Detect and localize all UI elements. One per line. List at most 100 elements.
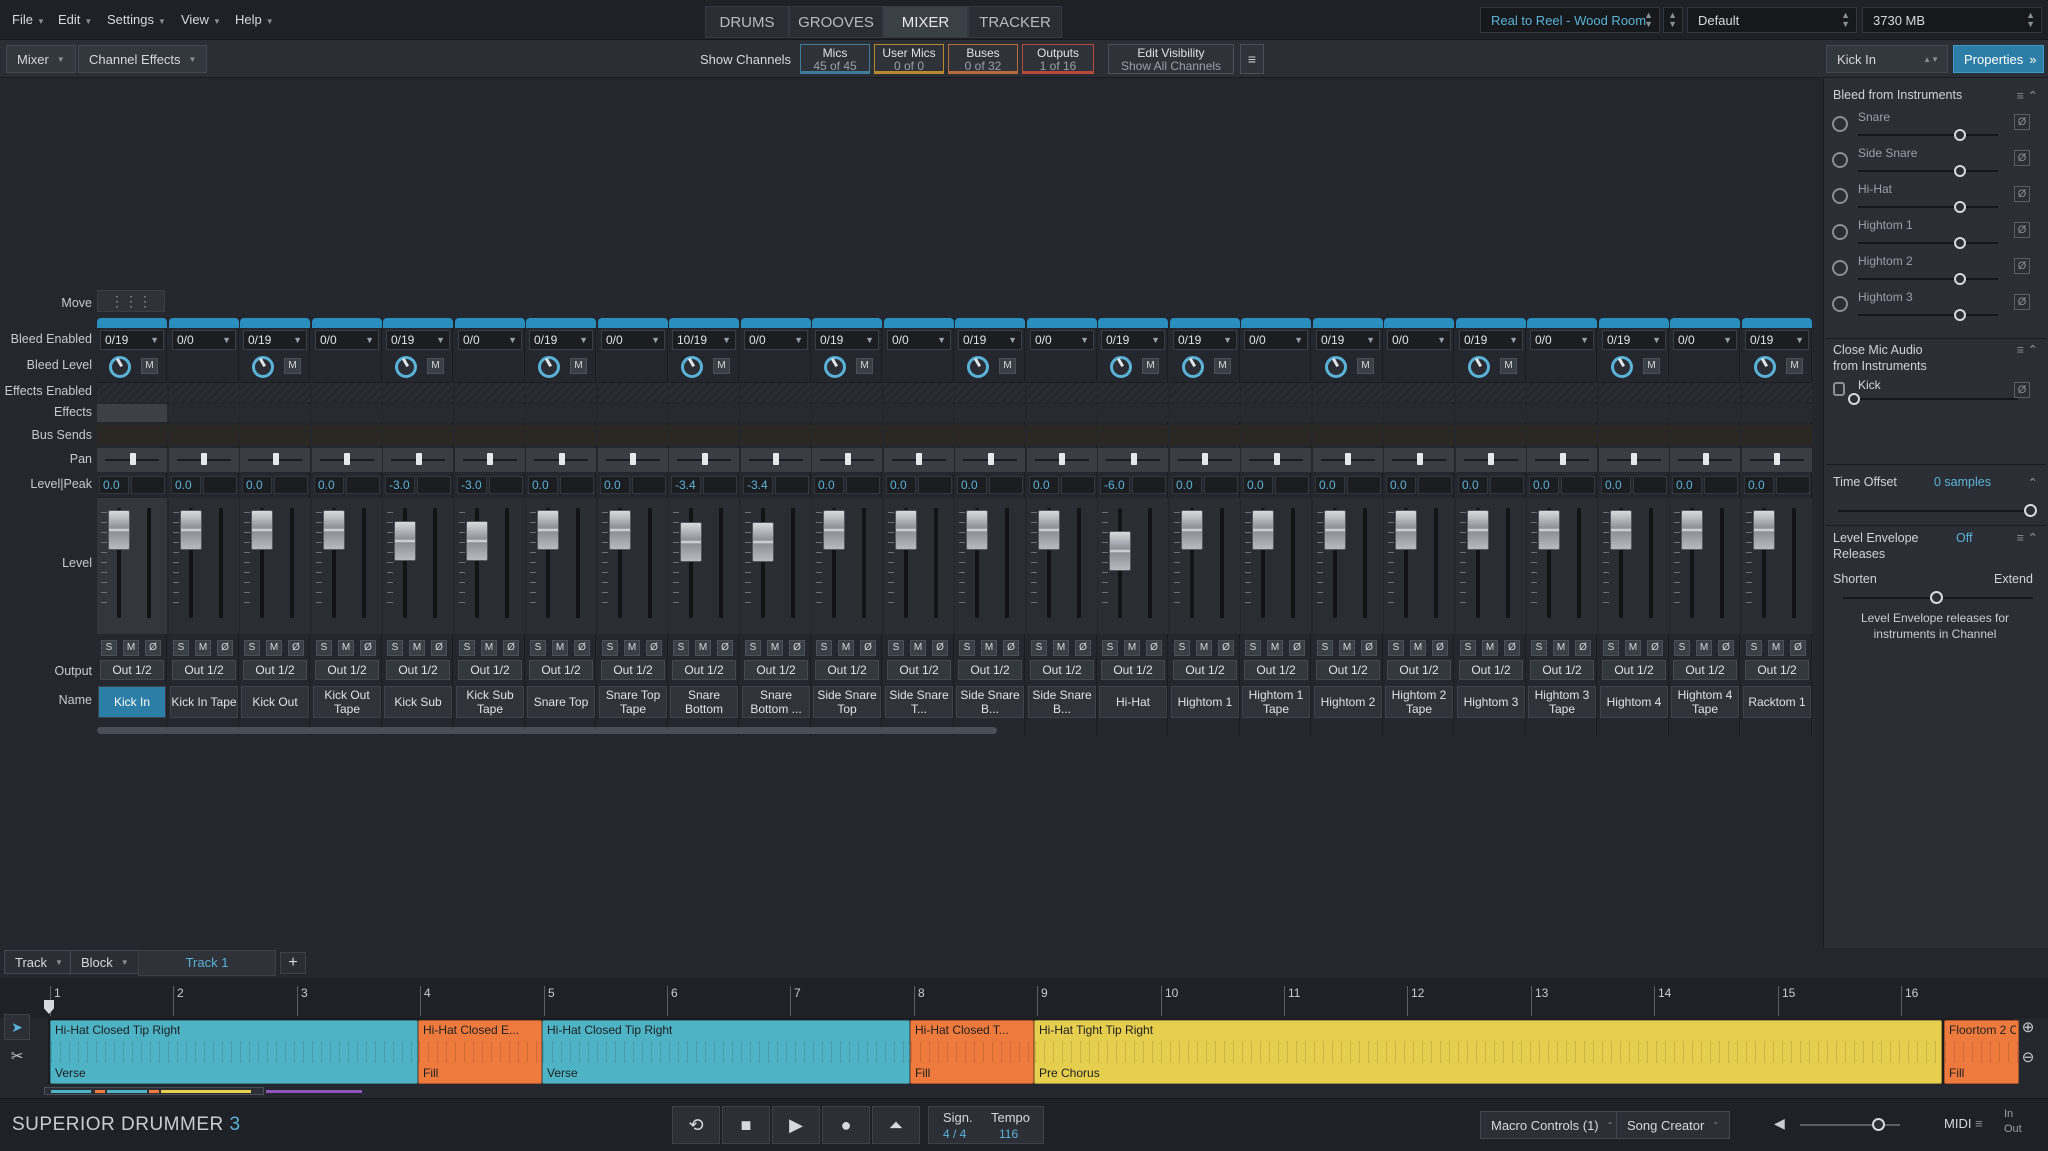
phase-icon[interactable]: Ø <box>503 640 519 656</box>
phase-icon[interactable]: Ø <box>2014 186 2030 202</box>
pan-handle[interactable] <box>416 453 422 465</box>
level-readout[interactable]: 0.0 <box>1672 476 1702 494</box>
bus-sends-slot[interactable] <box>169 425 239 445</box>
pan-handle[interactable] <box>1774 453 1780 465</box>
pan-control[interactable] <box>1098 448 1168 472</box>
solo-button[interactable]: S <box>1388 640 1404 656</box>
bleed-mute-button[interactable]: M <box>1214 358 1231 374</box>
bus-sends-slot[interactable] <box>1456 425 1526 445</box>
pan-control[interactable] <box>383 448 453 472</box>
bleed-item-row[interactable]: Hightom 2 Ø <box>1826 252 2046 286</box>
bleed-item-slider[interactable] <box>1954 237 1966 249</box>
level-readout[interactable]: 0.0 <box>600 476 630 494</box>
level-fader[interactable] <box>251 510 273 550</box>
effects-slot[interactable] <box>1098 404 1168 422</box>
pattern-block[interactable]: Hi-Hat Closed Tip Right Verse <box>542 1020 910 1084</box>
channel-effects-select[interactable]: Channel Effects ▼ <box>78 45 208 73</box>
channel-name[interactable]: Kick Sub <box>384 686 452 718</box>
pan-handle[interactable] <box>1202 453 1208 465</box>
bus-sends-slot[interactable] <box>97 425 167 445</box>
bleed-enabled-select[interactable]: 0/19 ▼ <box>1316 330 1380 350</box>
phase-icon[interactable]: Ø <box>789 640 805 656</box>
level-readout[interactable]: 0.0 <box>1386 476 1416 494</box>
effects-enabled-slot[interactable] <box>1527 382 1597 402</box>
phase-icon[interactable]: Ø <box>1718 640 1734 656</box>
effects-slot[interactable] <box>1599 404 1669 422</box>
effects-enabled-slot[interactable] <box>1313 382 1383 402</box>
bus-sends-slot[interactable] <box>1313 425 1383 445</box>
output-select[interactable]: Out 1/2 <box>1101 660 1165 680</box>
level-readout[interactable]: 0.0 <box>1744 476 1774 494</box>
level-readout[interactable]: 0.0 <box>1458 476 1488 494</box>
effects-enabled-slot[interactable] <box>884 382 954 402</box>
close-mic-slider[interactable] <box>1848 393 1860 405</box>
mute-button[interactable]: M <box>1482 640 1498 656</box>
channel-color-band[interactable] <box>1098 318 1168 328</box>
bleed-item-row[interactable]: Hightom 1 Ø <box>1826 216 2046 250</box>
pattern-block[interactable]: Hi-Hat Tight Tip Right Pre Chorus <box>1034 1020 1942 1084</box>
channel-name[interactable]: Kick Sub Tape <box>456 686 524 718</box>
bleed-item-slider[interactable] <box>1954 309 1966 321</box>
effects-slot[interactable] <box>1527 404 1597 422</box>
effects-enabled-slot[interactable] <box>1456 382 1526 402</box>
bleed-level-knob[interactable] <box>824 356 846 378</box>
effects-slot[interactable] <box>312 404 382 422</box>
channel-color-band[interactable] <box>383 318 453 328</box>
pan-control[interactable] <box>1241 448 1311 472</box>
phase-icon[interactable]: Ø <box>217 640 233 656</box>
effects-enabled-slot[interactable] <box>383 382 453 402</box>
zoom-out-icon[interactable]: ⊖ <box>2016 1048 2040 1072</box>
phase-icon[interactable]: Ø <box>1647 640 1663 656</box>
pan-control[interactable] <box>455 448 525 472</box>
level-readout[interactable]: 0.0 <box>242 476 272 494</box>
effects-enabled-slot[interactable] <box>1098 382 1168 402</box>
level-readout[interactable]: -3.4 <box>743 476 773 494</box>
pan-control[interactable] <box>1027 448 1097 472</box>
effects-enabled-slot[interactable] <box>526 382 596 402</box>
bus-sends-slot[interactable] <box>955 425 1025 445</box>
mute-button[interactable]: M <box>1768 640 1784 656</box>
menu-help[interactable]: Help ▼ <box>235 12 274 27</box>
mute-button[interactable]: M <box>409 640 425 656</box>
effects-slot[interactable] <box>741 404 811 422</box>
output-select[interactable]: Out 1/2 <box>1459 660 1523 680</box>
mixer-view-select[interactable]: Mixer ▼ <box>6 45 76 73</box>
mute-button[interactable]: M <box>1625 640 1641 656</box>
level-fader[interactable] <box>180 510 202 550</box>
level-readout[interactable]: 0.0 <box>1029 476 1059 494</box>
bleed-enabled-select[interactable]: 0/0 ▼ <box>458 330 522 350</box>
power-icon[interactable] <box>1832 152 1848 168</box>
mute-button[interactable]: M <box>1410 640 1426 656</box>
output-select[interactable]: Out 1/2 <box>243 660 307 680</box>
bleed-enabled-select[interactable]: 0/0 ▼ <box>1030 330 1094 350</box>
output-select[interactable]: Out 1/2 <box>529 660 593 680</box>
bleed-level-knob[interactable] <box>1110 356 1132 378</box>
loop-icon[interactable]: ⟲ <box>672 1106 720 1144</box>
effects-enabled-slot[interactable] <box>1670 382 1740 402</box>
pan-handle[interactable] <box>1059 453 1065 465</box>
pan-control[interactable] <box>741 448 811 472</box>
bleed-enabled-select[interactable]: 0/19 ▼ <box>815 330 879 350</box>
solo-button[interactable]: S <box>673 640 689 656</box>
output-select[interactable]: Out 1/2 <box>958 660 1022 680</box>
bleed-enabled-select[interactable]: 10/19 ▼ <box>672 330 736 350</box>
pan-control[interactable] <box>669 448 739 472</box>
channel-name[interactable]: Hightom 1 <box>1171 686 1239 718</box>
bleed-item-row[interactable]: Snare Ø <box>1826 108 2046 142</box>
effects-enabled-slot[interactable] <box>1599 382 1669 402</box>
phase-icon[interactable]: Ø <box>1289 640 1305 656</box>
channel-name[interactable]: Hightom 2 <box>1314 686 1382 718</box>
effects-enabled-slot[interactable] <box>169 382 239 402</box>
channel-color-band[interactable] <box>1241 318 1311 328</box>
bus-sends-slot[interactable] <box>1170 425 1240 445</box>
room-select[interactable]: Real to Reel - Wood Room ▲ ▼ <box>1480 7 1660 33</box>
pattern-block[interactable]: Hi-Hat Closed T... Fill <box>910 1020 1034 1084</box>
bleed-enabled-select[interactable]: 0/0 ▼ <box>1673 330 1737 350</box>
solo-button[interactable]: S <box>1102 640 1118 656</box>
effects-enabled-slot[interactable] <box>1384 382 1454 402</box>
mute-button[interactable]: M <box>1124 640 1140 656</box>
channel-name[interactable]: Hightom 3 <box>1457 686 1525 718</box>
channel-color-band[interactable] <box>240 318 310 328</box>
level-envelope-toggle[interactable]: Off <box>1956 530 1972 546</box>
bleed-enabled-select[interactable]: 0/0 ▼ <box>1387 330 1451 350</box>
